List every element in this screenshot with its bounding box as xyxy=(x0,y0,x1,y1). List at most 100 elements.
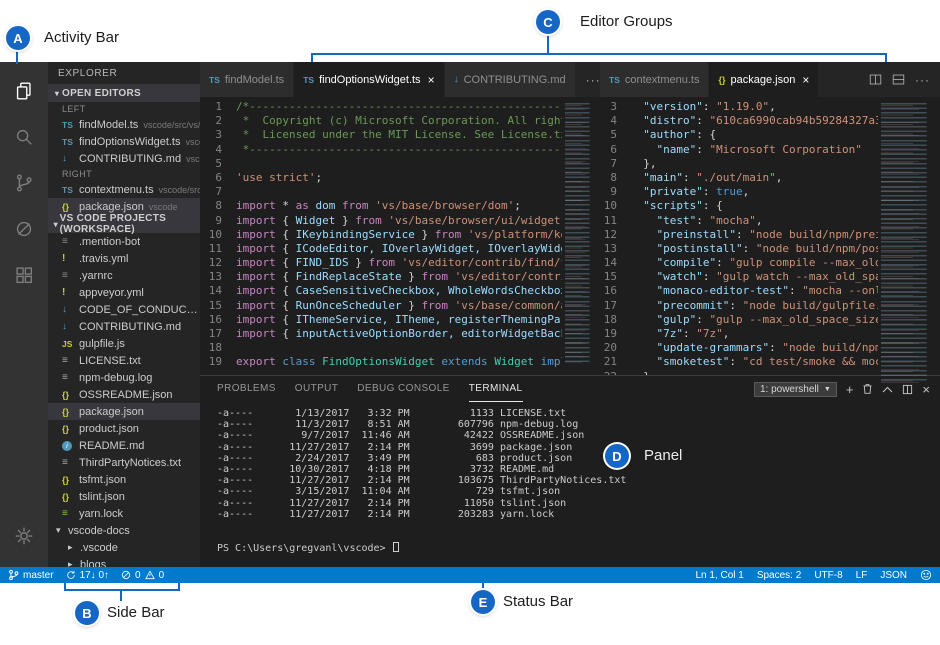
split-editor-icon[interactable] xyxy=(869,73,882,86)
minimap[interactable] xyxy=(878,100,940,375)
close-panel-icon[interactable]: × xyxy=(922,383,930,396)
feedback-smiley-icon[interactable] xyxy=(920,569,932,581)
code-line[interactable]: *---------------------------------------… xyxy=(236,143,562,157)
code-line[interactable]: import { Widget } from 'vs/base/browser/… xyxy=(236,214,562,228)
open-editor-item[interactable]: TSfindOptionsWidget.tsvsco... xyxy=(48,133,200,150)
open-editors-header[interactable]: ▾ OPEN EDITORS xyxy=(48,84,200,102)
close-icon[interactable]: × xyxy=(802,73,809,87)
code-line[interactable]: "update-grammars": "node build/npm/updat… xyxy=(630,341,878,355)
git-branch-status[interactable]: master xyxy=(8,569,54,581)
code-editor-right[interactable]: "version": "1.19.0", "distro": "610ca699… xyxy=(624,100,878,375)
file-item[interactable]: !appveyor.yml xyxy=(48,284,200,301)
code-line[interactable]: "private": true, xyxy=(630,185,878,199)
problems-status[interactable]: 0 0 xyxy=(121,570,164,581)
folder-item[interactable]: ▾vscode-docs xyxy=(48,522,200,539)
terminal[interactable]: -a---- 1/13/2017 3:32 PM 1133 LICENSE.tx… xyxy=(200,402,940,567)
code-line[interactable]: "smoketest": "cd test/smoke && mocha", xyxy=(630,355,878,369)
file-item[interactable]: !.travis.yml xyxy=(48,250,200,267)
settings-icon[interactable] xyxy=(0,513,48,559)
explorer-icon[interactable] xyxy=(0,68,48,114)
editor-tab[interactable]: TSfindOptionsWidget.ts× xyxy=(294,62,444,97)
editor-tab[interactable]: {}package.json× xyxy=(709,62,819,97)
code-line[interactable]: "7z": "7z", xyxy=(630,327,878,341)
maximize-panel-icon[interactable] xyxy=(882,386,893,393)
code-line[interactable]: /*--------------------------------------… xyxy=(236,100,562,114)
code-line[interactable]: "watch": "gulp watch --max_old_space_siz… xyxy=(630,270,878,284)
file-item[interactable]: ≡yarn.lock xyxy=(48,505,200,522)
code-line[interactable]: import * as dom from 'vs/base/browser/do… xyxy=(236,199,562,213)
terminal-prompt-line[interactable]: PS C:\Users\gregvanl\vscode> xyxy=(217,542,940,553)
code-line[interactable]: import { IThemeService, ITheme, register… xyxy=(236,313,562,327)
code-line[interactable]: import { CaseSensitiveCheckbox, WholeWor… xyxy=(236,284,562,298)
encoding-status[interactable]: UTF-8 xyxy=(814,570,842,581)
editor-tab[interactable]: TScontextmenu.ts xyxy=(600,62,709,97)
code-line[interactable]: "compile": "gulp compile --max_old_space… xyxy=(630,256,878,270)
code-line[interactable]: import { IKeybindingService } from 'vs/p… xyxy=(236,228,562,242)
file-item[interactable]: {}tsfmt.json xyxy=(48,471,200,488)
code-editor-left[interactable]: /*--------------------------------------… xyxy=(230,100,562,375)
file-item[interactable]: {}package.json xyxy=(48,403,200,420)
line-col-status[interactable]: Ln 1, Col 1 xyxy=(695,570,743,581)
file-item[interactable]: JSgulpfile.js xyxy=(48,335,200,352)
search-icon[interactable] xyxy=(0,114,48,160)
kill-terminal-icon[interactable] xyxy=(862,383,873,395)
file-item[interactable]: {}product.json xyxy=(48,420,200,437)
editor-tab[interactable]: ↓CONTRIBUTING.md xyxy=(445,62,576,97)
file-item[interactable]: {}OSSREADME.json xyxy=(48,386,200,403)
split-terminal-icon[interactable] xyxy=(902,384,913,395)
file-item[interactable]: ≡npm-debug.log xyxy=(48,369,200,386)
code-line[interactable] xyxy=(236,157,562,171)
code-line[interactable] xyxy=(236,185,562,199)
code-line[interactable]: "postinstall": "node build/npm/postinsta… xyxy=(630,242,878,256)
more-actions-icon[interactable]: ··· xyxy=(586,74,600,86)
panel-tab-output[interactable]: OUTPUT xyxy=(295,376,339,402)
code-line[interactable] xyxy=(236,341,562,355)
file-item[interactable]: ↓CONTRIBUTING.md xyxy=(48,318,200,335)
code-line[interactable]: "scripts": { xyxy=(630,199,878,213)
git-sync-status[interactable]: 17↓ 0↑ xyxy=(66,570,109,581)
file-item[interactable]: ≡.yarnrc xyxy=(48,267,200,284)
code-line[interactable]: }, xyxy=(630,157,878,171)
code-line[interactable]: * Copyright (c) Microsoft Corporation. A… xyxy=(236,114,562,128)
panel-tab-problems[interactable]: PROBLEMS xyxy=(217,376,276,402)
code-line[interactable]: 'use strict'; xyxy=(236,171,562,185)
code-line[interactable]: "test": "mocha", xyxy=(630,214,878,228)
file-item[interactable]: ↓CODE_OF_CONDUCT.md xyxy=(48,301,200,318)
editor-tab[interactable]: TSfindModel.ts xyxy=(200,62,294,97)
panel-tab-debug-console[interactable]: DEBUG CONSOLE xyxy=(357,376,449,402)
open-editor-item[interactable]: ↓CONTRIBUTING.mdvscode xyxy=(48,150,200,167)
code-line[interactable]: "distro": "610ca6990cab94b59284327a3741a… xyxy=(630,114,878,128)
code-line[interactable]: import { ICodeEditor, IOverlayWidget, IO… xyxy=(236,242,562,256)
code-line[interactable]: "preinstall": "node build/npm/preinstall… xyxy=(630,228,878,242)
file-item[interactable]: ≡ThirdPartyNotices.txt xyxy=(48,454,200,471)
minimap[interactable] xyxy=(562,100,600,375)
file-item[interactable]: ≡LICENSE.txt xyxy=(48,352,200,369)
code-line[interactable]: export class FindOptionsWidget extends W… xyxy=(236,355,562,369)
code-line[interactable]: "author": { xyxy=(630,128,878,142)
indentation-status[interactable]: Spaces: 2 xyxy=(757,570,801,581)
language-mode-status[interactable]: JSON xyxy=(880,570,907,581)
file-item[interactable]: {}tslint.json xyxy=(48,488,200,505)
code-line[interactable]: import { FindReplaceState } from 'vs/edi… xyxy=(236,270,562,284)
file-item[interactable]: ≡.mention-bot xyxy=(48,233,200,250)
folder-item[interactable]: ▸.vscode xyxy=(48,539,200,556)
folder-item[interactable]: ▸blogs xyxy=(48,556,200,567)
workspace-header[interactable]: ▾ VS CODE PROJECTS (WORKSPACE) xyxy=(48,215,200,233)
file-item[interactable]: iREADME.md xyxy=(48,437,200,454)
new-terminal-icon[interactable]: + xyxy=(846,383,854,396)
code-line[interactable]: "gulp": "gulp --max_old_space_size=4096"… xyxy=(630,313,878,327)
debug-icon[interactable] xyxy=(0,206,48,252)
code-line[interactable]: "precommit": "node build/gulpfile.hygien… xyxy=(630,299,878,313)
open-editor-item[interactable]: TScontextmenu.tsvscode/src... xyxy=(48,181,200,198)
toggle-layout-icon[interactable] xyxy=(892,73,905,86)
code-line[interactable]: "name": "Microsoft Corporation" xyxy=(630,143,878,157)
terminal-selector[interactable]: 1: powershell ▼ xyxy=(754,382,837,397)
source-control-icon[interactable] xyxy=(0,160,48,206)
code-line[interactable]: * Licensed under the MIT License. See Li… xyxy=(236,128,562,142)
code-line[interactable]: import { inputActiveOptionBorder, editor… xyxy=(236,327,562,341)
code-line[interactable]: import { RunOnceScheduler } from 'vs/bas… xyxy=(236,299,562,313)
code-line[interactable]: "monaco-editor-test": "mocha --only-mona… xyxy=(630,284,878,298)
code-line[interactable]: "version": "1.19.0", xyxy=(630,100,878,114)
panel-tab-terminal[interactable]: TERMINAL xyxy=(469,376,523,402)
open-editor-item[interactable]: TSfindModel.tsvscode/src/vs/... xyxy=(48,116,200,133)
